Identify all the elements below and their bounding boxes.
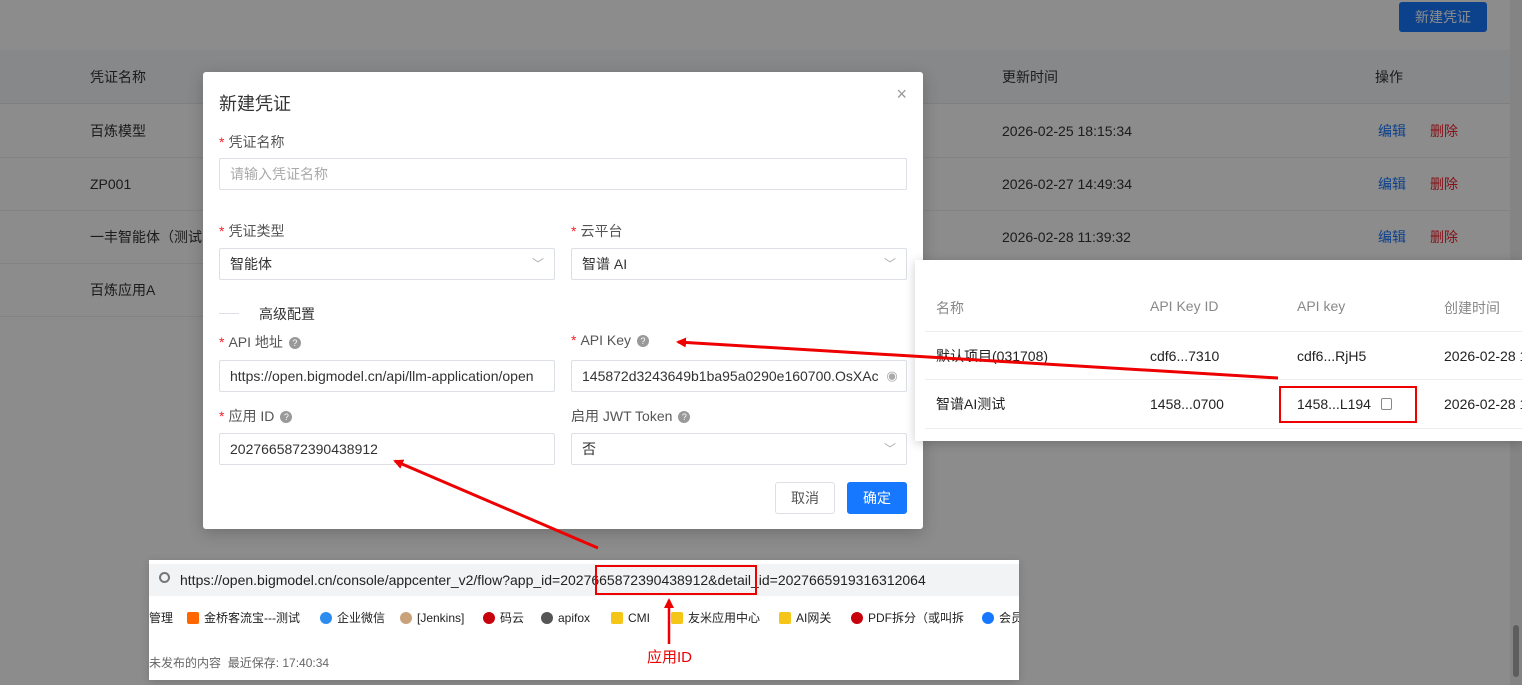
cancel-button[interactable]: 取消: [775, 482, 835, 514]
bookmark-folder[interactable]: AI网关: [779, 610, 831, 626]
col-created: 创建时间: [1444, 300, 1500, 316]
browser-screenshot: https://open.bigmodel.cn/console/appcent…: [149, 560, 1019, 680]
api-key-label: * API Key?: [571, 332, 650, 348]
highlight-box: [595, 565, 757, 595]
bookmark-folder[interactable]: 友米应用中心: [671, 610, 760, 626]
key-created: 2026-02-28 1: [1444, 396, 1522, 412]
key-id: cdf6...7310: [1150, 348, 1220, 364]
credential-type-select[interactable]: 智能体 ﹀: [219, 248, 555, 280]
credential-name-input[interactable]: 请输入凭证名称: [219, 158, 907, 190]
col-name: 名称: [936, 300, 964, 316]
table-row: 默认项目(031708) cdf6...7310 cdf6...RjH5 202…: [925, 331, 1522, 380]
bookmarks-bar: 管理 金桥客流宝---测试 企业微信 [Jenkins] 码云 apifox C…: [149, 606, 1019, 630]
key-name: 智谱AI测试: [936, 396, 1006, 412]
key-id: 1458...0700: [1150, 396, 1224, 412]
table-row: 智谱AI测试 1458...0700 1458...L194 2026-02-2…: [925, 380, 1522, 429]
api-key-list-screenshot: 名称 API Key ID API key 创建时间 默认项目(031708) …: [915, 260, 1522, 441]
api-address-input[interactable]: https://open.bigmodel.cn/api/llm-applica…: [219, 360, 555, 392]
help-icon[interactable]: ?: [280, 411, 293, 423]
jwt-token-select[interactable]: 否 ﹀: [571, 433, 907, 465]
advanced-config-label: 高级配置: [259, 306, 315, 322]
chevron-down-icon: ﹀: [883, 442, 896, 456]
key-name: 默认项目(031708): [936, 348, 1049, 364]
cloud-platform-label: * 云平台: [571, 223, 623, 239]
key-created: 2026-02-28 1: [1444, 348, 1522, 364]
chevron-down-icon: ﹀: [883, 257, 896, 271]
bookmark-item[interactable]: PDF拆分（或叫拆: [851, 610, 964, 626]
api-address-label: * API 地址?: [219, 332, 301, 352]
address-bar[interactable]: https://open.bigmodel.cn/console/appcent…: [149, 564, 1019, 596]
bookmark-item[interactable]: apifox: [541, 610, 590, 626]
bookmark-item[interactable]: 金桥客流宝---测试: [187, 610, 300, 626]
col-api-key-id: API Key ID: [1150, 298, 1219, 314]
bookmark-item[interactable]: 企业微信: [320, 610, 385, 626]
annotation-label: 应用ID: [647, 649, 693, 666]
bookmark-folder[interactable]: CMI: [611, 610, 650, 626]
dialog-title: 新建凭证: [219, 94, 291, 114]
confirm-button[interactable]: 确定: [847, 482, 907, 514]
highlight-box: [1279, 386, 1417, 423]
api-key-input[interactable]: 145872d3243649b1ba95a0290e160700.OsXAc ◉: [571, 360, 907, 392]
chevron-down-icon: ﹀: [531, 257, 544, 271]
bookmark-item[interactable]: [Jenkins]: [400, 610, 464, 626]
jwt-token-label: 启用 JWT Token?: [571, 406, 691, 426]
close-icon[interactable]: ×: [896, 84, 907, 105]
key-value: cdf6...RjH5: [1297, 348, 1367, 364]
save-status: 未发布的内容 最近保存: 17:40:34: [149, 656, 330, 670]
help-icon[interactable]: ?: [637, 335, 650, 347]
help-icon[interactable]: ?: [678, 411, 691, 423]
bookmark-item[interactable]: 码云: [483, 610, 524, 626]
help-icon[interactable]: ?: [288, 337, 301, 349]
credential-type-label: * 凭证类型: [219, 223, 285, 239]
app-id-input[interactable]: 2027665872390438912: [219, 433, 555, 465]
bookmark-item[interactable]: 管理: [149, 610, 173, 626]
eye-icon[interactable]: ◉: [878, 361, 906, 391]
col-api-key: API key: [1297, 298, 1346, 314]
search-icon: [159, 572, 170, 583]
advanced-config-divider: 高级配置: [219, 304, 899, 324]
cloud-platform-select[interactable]: 智谱 AI ﹀: [571, 248, 907, 280]
url-text: https://open.bigmodel.cn/console/appcent…: [180, 572, 926, 588]
new-credential-dialog: 新建凭证 × * 凭证名称 请输入凭证名称 * 凭证类型 智能体 ﹀ * 云平台 智谱 …: [203, 72, 923, 529]
credential-name-label: * 凭证名称: [219, 134, 285, 150]
bookmark-item[interactable]: 会员: [982, 610, 1019, 626]
app-id-label: * 应用 ID?: [219, 406, 293, 426]
